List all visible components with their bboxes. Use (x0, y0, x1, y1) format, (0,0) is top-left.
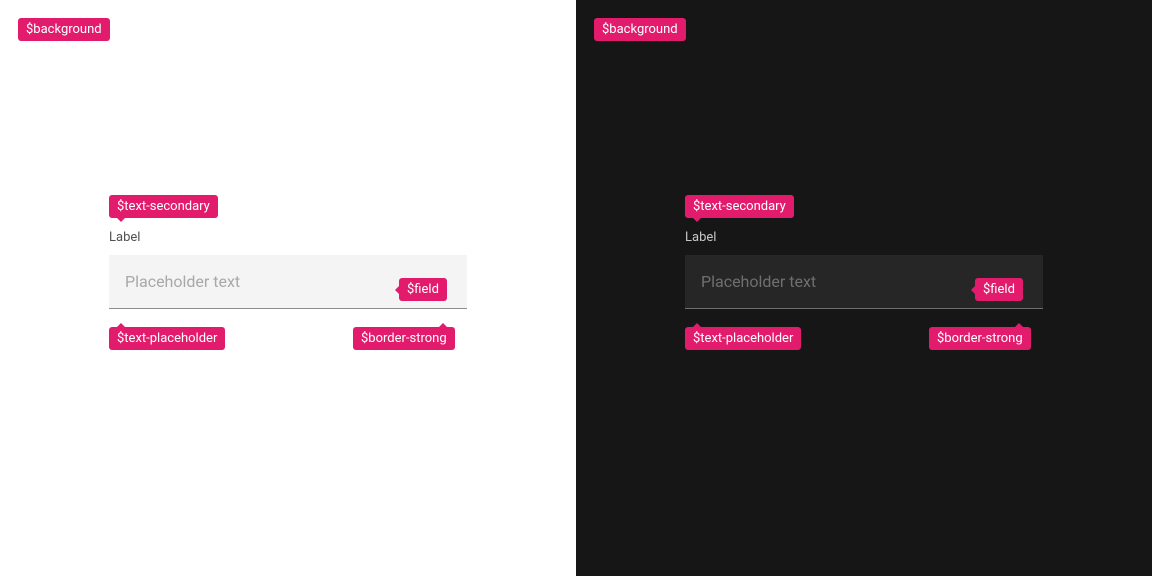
field-placeholder-text: Placeholder text (125, 272, 240, 291)
text-placeholder-token-tag: $text-placeholder (109, 327, 225, 350)
field-label: Label (685, 230, 1043, 245)
dark-theme-panel: $background $text-secondary Label Placeh… (576, 0, 1152, 576)
text-secondary-token-tag: $text-secondary (685, 195, 794, 218)
field-token-tag: $field (975, 278, 1023, 301)
field-token-tag: $field (399, 278, 447, 301)
background-token-tag: $background (594, 18, 686, 41)
border-strong-token-tag: $border-strong (929, 327, 1031, 350)
field-placeholder-text: Placeholder text (701, 272, 816, 291)
light-theme-panel: $background $text-secondary Label Placeh… (0, 0, 576, 576)
background-token-tag: $background (18, 18, 110, 41)
field-label: Label (109, 230, 467, 245)
text-placeholder-token-tag: $text-placeholder (685, 327, 801, 350)
border-strong-token-tag: $border-strong (353, 327, 455, 350)
text-secondary-token-tag: $text-secondary (109, 195, 218, 218)
